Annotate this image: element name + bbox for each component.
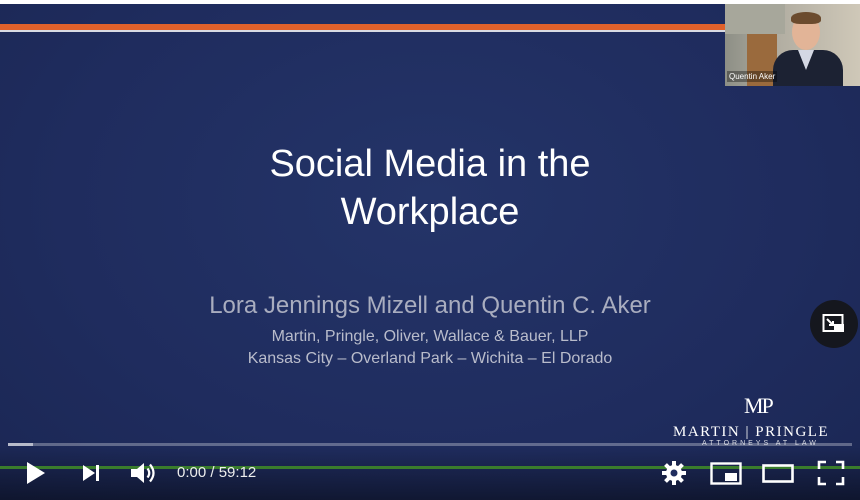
firm-logo-name: MARTIN | PRINGLE xyxy=(673,424,830,440)
slide-firm-name: Martin, Pringle, Oliver, Wallace & Bauer… xyxy=(271,328,589,345)
webcam-person-hair xyxy=(791,12,821,24)
video-player[interactable]: Social Media in the Workplace Lora Jenni… xyxy=(0,0,860,500)
progress-buffered xyxy=(8,443,34,446)
slide-accent-underline xyxy=(0,30,725,32)
progress-bar[interactable] xyxy=(8,443,852,446)
firm-logo-mark: MP xyxy=(744,393,774,418)
time-separator: / xyxy=(206,464,219,481)
fullscreen-button[interactable] xyxy=(816,458,846,488)
picture-in-picture-button[interactable] xyxy=(810,300,858,348)
webcam-name-label: Quentin Aker xyxy=(727,71,778,82)
theater-mode-button[interactable] xyxy=(762,458,794,488)
miniplayer-icon xyxy=(710,462,742,485)
volume-button[interactable] xyxy=(128,458,158,488)
play-icon xyxy=(27,462,45,484)
time-display: 0:00 / 59:12 xyxy=(177,464,256,481)
duration: 59:12 xyxy=(218,464,257,481)
slide-presenters: Lora Jennings Mizell and Quentin C. Aker xyxy=(209,292,651,319)
miniplayer-button[interactable] xyxy=(710,458,742,488)
gear-icon xyxy=(662,461,686,485)
volume-icon xyxy=(131,463,155,483)
picture-in-picture-icon xyxy=(822,314,844,332)
play-button[interactable] xyxy=(20,458,50,488)
theater-mode-icon xyxy=(762,464,794,483)
next-button[interactable] xyxy=(76,458,106,488)
slide-locations: Kansas City – Overland Park – Wichita – … xyxy=(247,350,613,367)
fullscreen-icon xyxy=(817,460,845,486)
next-icon xyxy=(83,465,99,481)
slide-title: Social Media in the Workplace xyxy=(130,140,730,236)
settings-button[interactable] xyxy=(659,458,689,488)
slide-title-line-2: Workplace xyxy=(340,191,520,233)
current-time: 0:00 xyxy=(177,464,207,481)
webcam-background xyxy=(725,4,785,34)
webcam-overlay: Quentin Aker xyxy=(725,4,860,86)
slide-title-line-1: Social Media in the xyxy=(269,143,591,185)
